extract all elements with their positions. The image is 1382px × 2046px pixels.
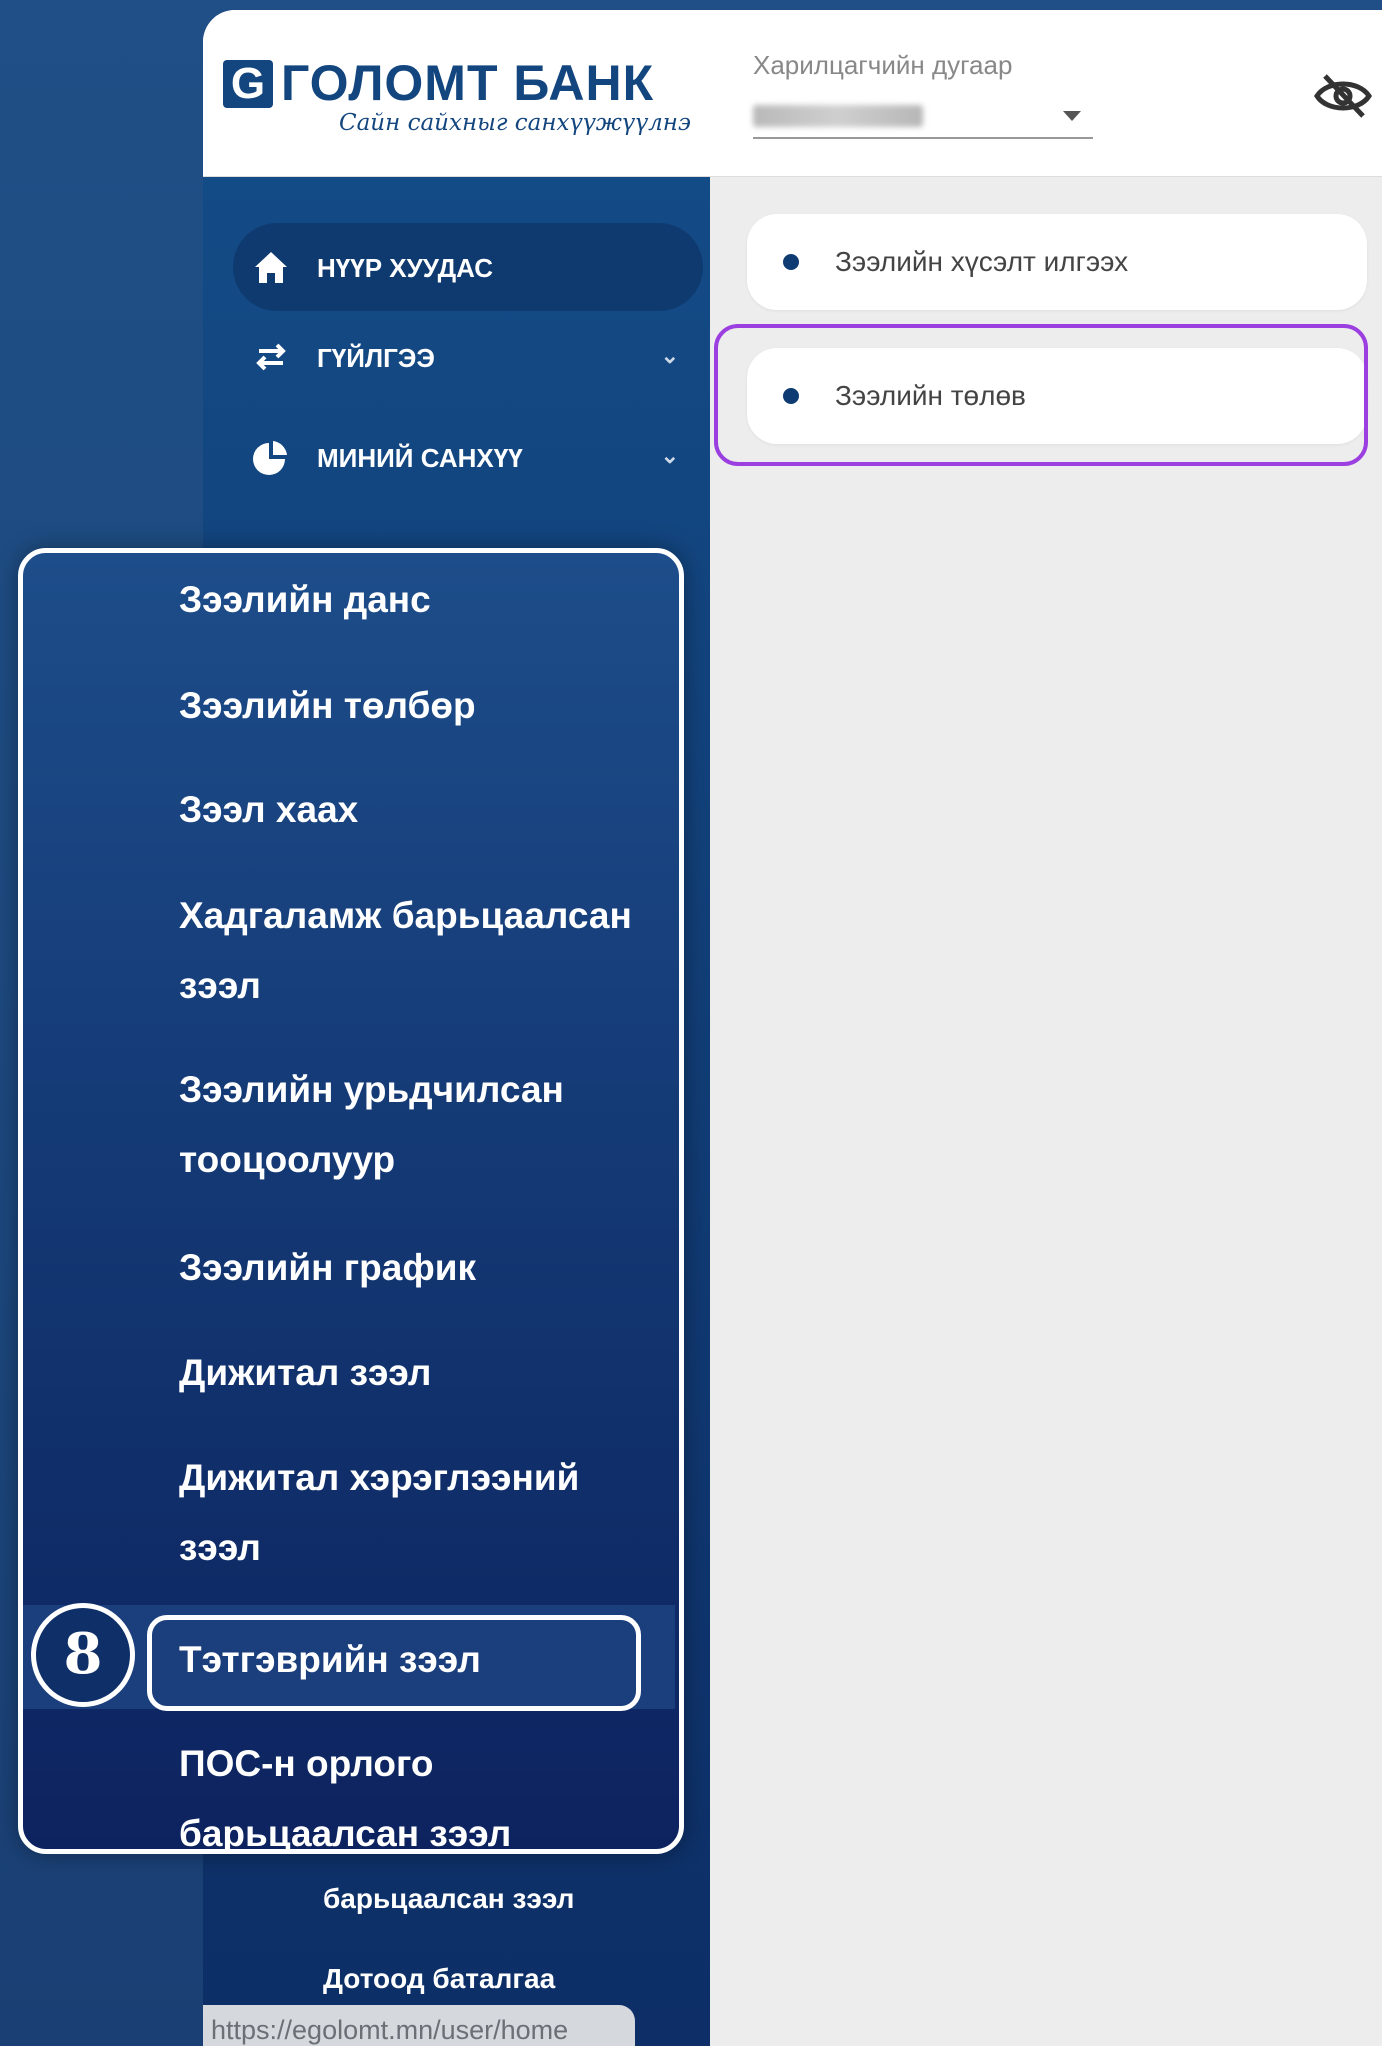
sidebar-item-label: МИНИЙ САНХҮҮ	[317, 443, 523, 473]
top-bar: G ГОЛОМТ БАНК Сайн сайхныг санхүүжүүлнэ …	[203, 10, 1382, 177]
submenu-pos-income-loan[interactable]: ПОС-н орлого	[179, 1729, 679, 1799]
home-icon	[255, 252, 287, 283]
sidebar-item-my-finance[interactable]: МИНИЙ САНХҮҮ ⌄	[233, 413, 703, 501]
eye-off-icon[interactable]	[1313, 70, 1373, 122]
submenu-loan-calculator-line2[interactable]: тооцоолуур	[179, 1125, 679, 1195]
zoomed-submenu: Зээлийн данс Зээлийн төлбөр Зээл хаах Ха…	[18, 548, 684, 1854]
chevron-down-icon[interactable]: ⌄	[661, 343, 679, 369]
bank-name: ГОЛОМТ БАНК	[281, 55, 655, 111]
customer-number-select[interactable]: Харилцагчийн дугаар	[753, 50, 1113, 139]
bullet-icon	[783, 254, 799, 270]
status-url: https://egolomt.mn/user/home	[203, 2005, 635, 2046]
submenu-digital-consumer-loan-line2[interactable]: зээл	[179, 1513, 679, 1583]
submenu-digital-loan[interactable]: Дижитал зээл	[179, 1338, 679, 1408]
pie-chart-icon	[253, 441, 287, 475]
highlight-frame	[714, 324, 1368, 466]
submenu-pos-income-loan-line2[interactable]: барьцаалсан зээл	[179, 1799, 679, 1849]
submenu-digital-consumer-loan[interactable]: Дижитал хэрэглээний	[179, 1443, 679, 1513]
sidebar-subitem-internal-guarantee[interactable]: Дотоод баталгаа	[323, 1963, 555, 1995]
submenu-loan-account[interactable]: Зээлийн данс	[179, 565, 679, 635]
dropdown-caret-icon[interactable]	[1063, 111, 1081, 121]
bank-slogan: Сайн сайхныг санхүүжүүлнэ	[339, 110, 691, 136]
customer-number-field[interactable]	[753, 99, 1093, 139]
card-label: Зээлийн хүсэлт илгээх	[835, 246, 1129, 277]
submenu-close-loan[interactable]: Зээл хаах	[179, 775, 679, 845]
customer-number-label: Харилцагчийн дугаар	[753, 50, 1013, 80]
golomt-logo[interactable]: G ГОЛОМТ БАНК Сайн сайхныг санхүүжүүлнэ	[219, 50, 691, 150]
submenu-deposit-loan-line2[interactable]: зээл	[179, 951, 679, 1021]
sidebar-item-label: ГҮЙЛГЭЭ	[317, 343, 435, 373]
submenu-loan-calculator[interactable]: Зээлийн урьдчилсан	[179, 1055, 679, 1125]
logo-mark: G	[223, 60, 273, 108]
sidebar-item-home[interactable]: НҮҮР ХУУДАС	[233, 223, 703, 311]
submenu-deposit-loan[interactable]: Хадгаламж барьцаалсан	[179, 881, 679, 951]
sidebar-item-transactions[interactable]: ГҮЙЛГЭЭ ⌄	[233, 313, 703, 401]
masked-customer-number	[753, 105, 923, 127]
selected-item-frame	[147, 1615, 641, 1711]
submenu-loan-payment[interactable]: Зээлийн төлбөр	[179, 671, 679, 741]
sidebar-subitem-collateral-loan[interactable]: барьцаалсан зээл	[323, 1883, 574, 1915]
transfer-arrows-icon	[256, 343, 286, 371]
loan-request-card[interactable]: Зээлийн хүсэлт илгээх	[747, 214, 1367, 310]
submenu-loan-schedule[interactable]: Зээлийн график	[179, 1233, 679, 1303]
step-number-badge: 8	[31, 1603, 135, 1707]
sidebar-item-label: НҮҮР ХУУДАС	[317, 253, 494, 283]
chevron-down-icon[interactable]: ⌄	[661, 443, 679, 469]
